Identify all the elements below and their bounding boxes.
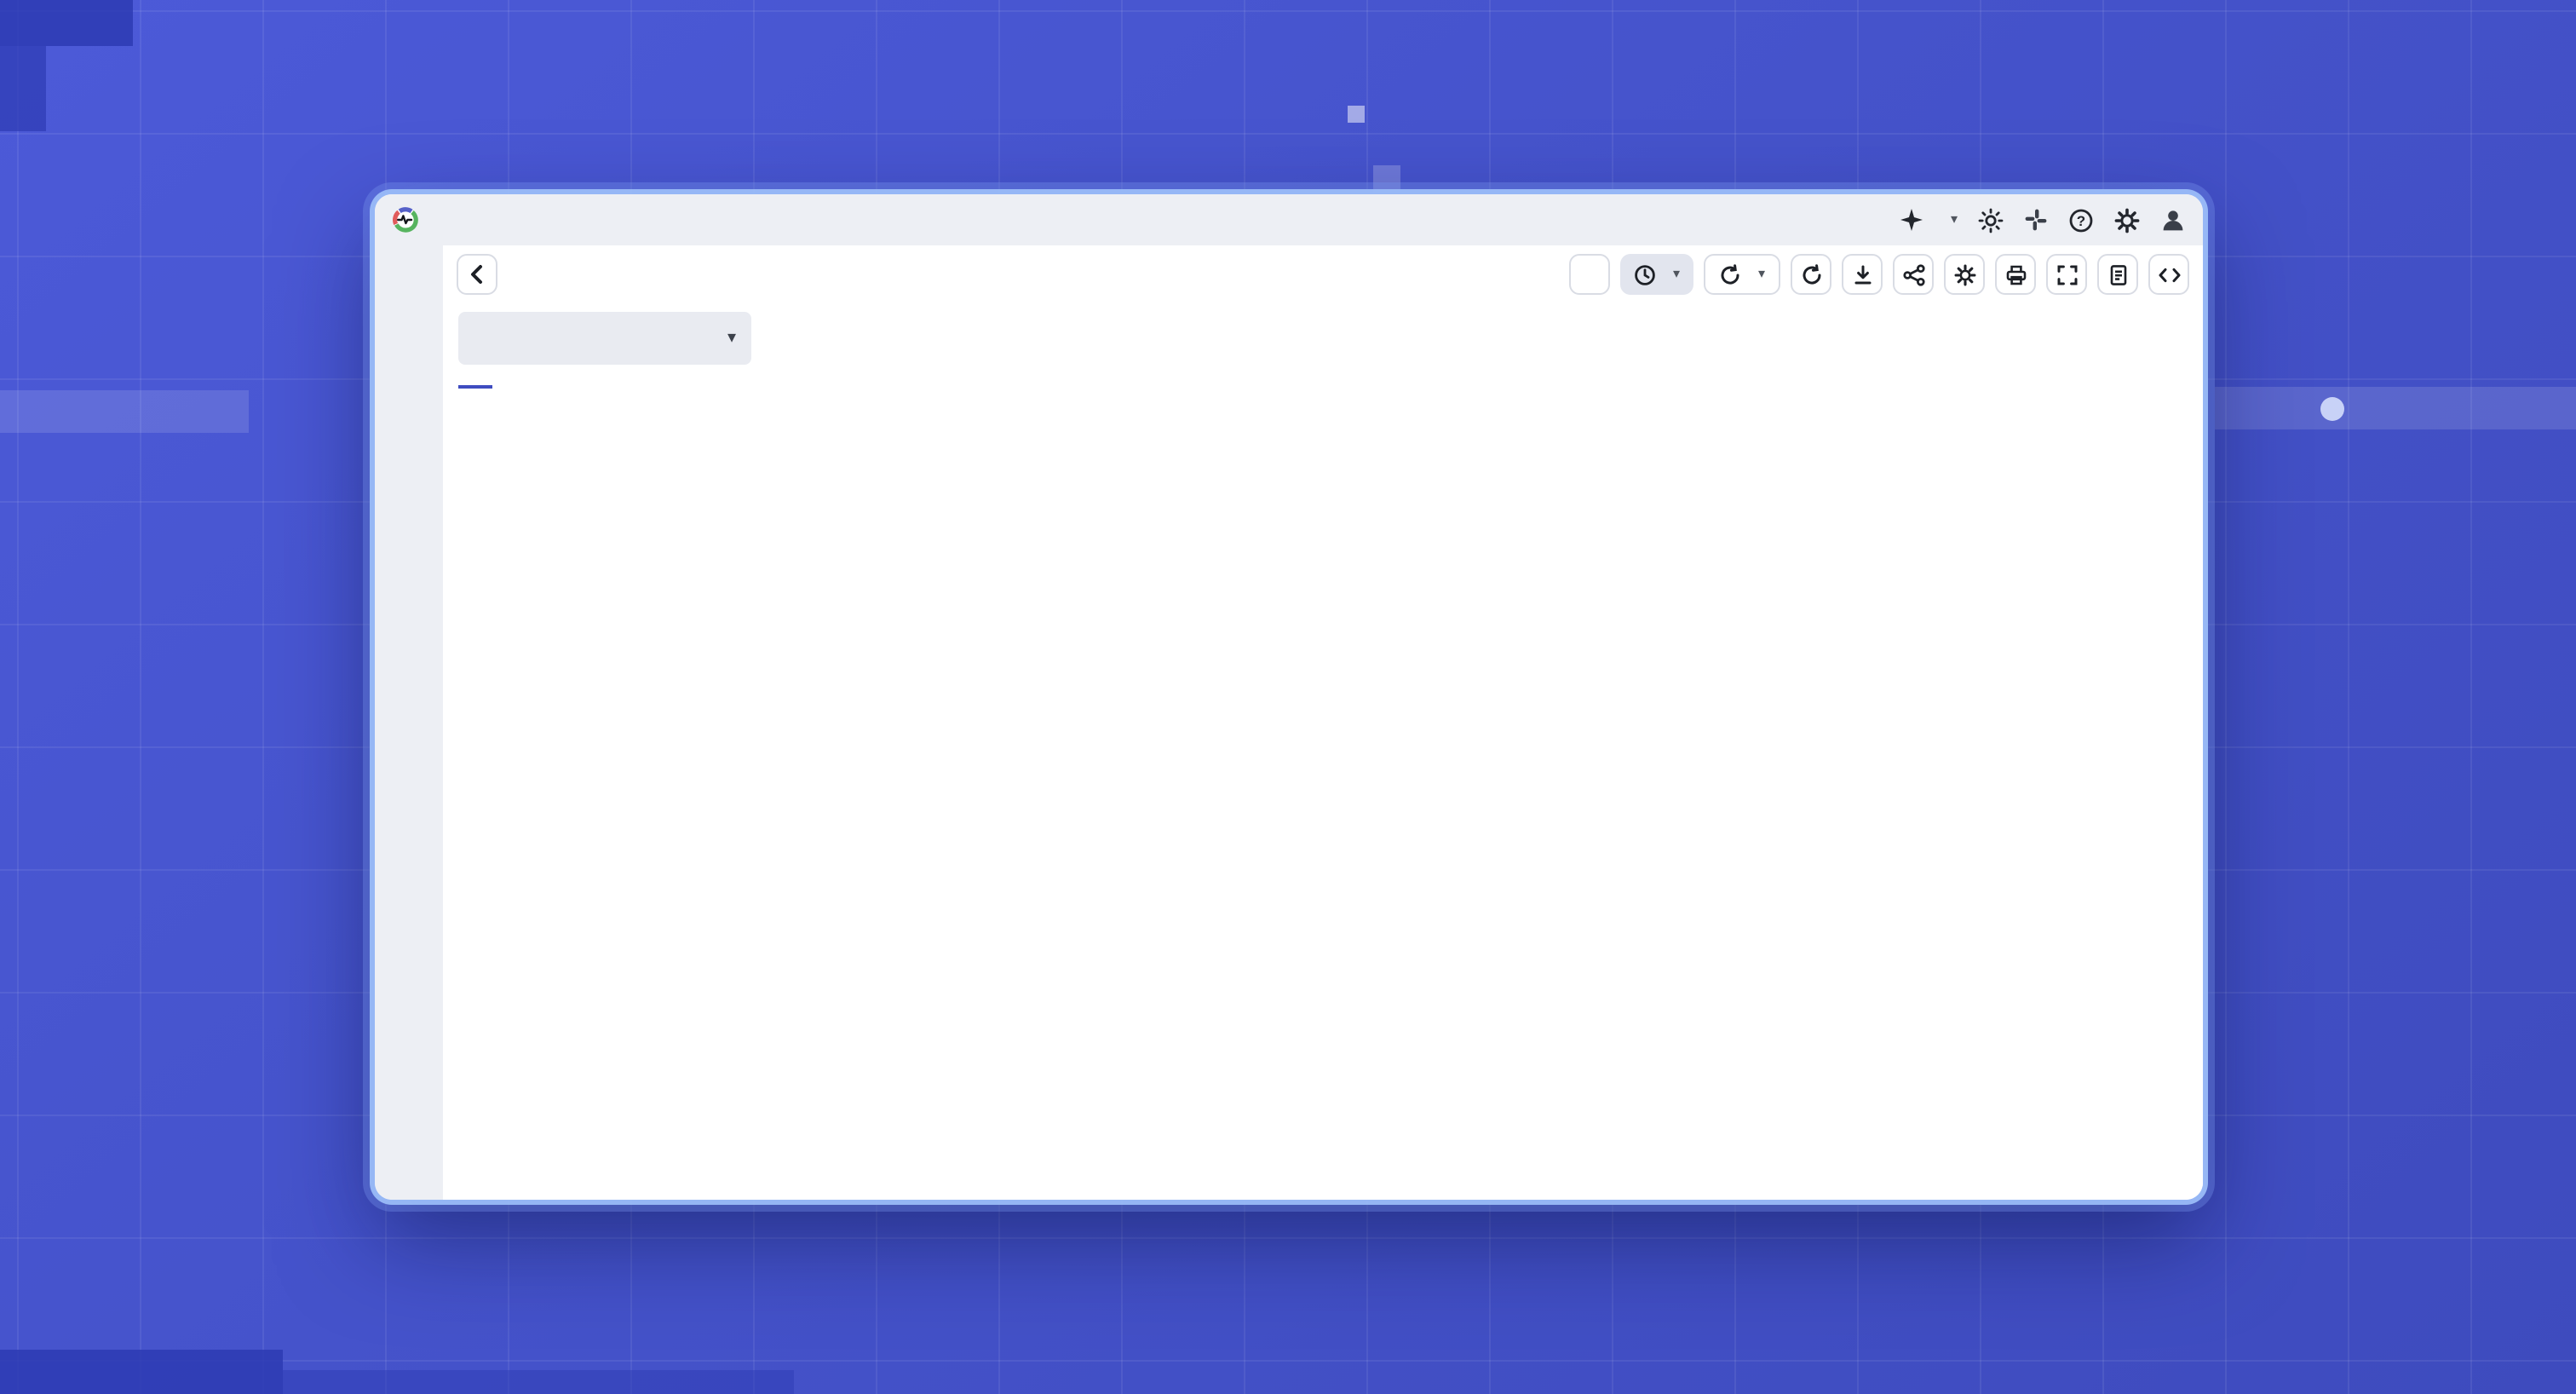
share-button[interactable] (1893, 254, 1934, 295)
bg-square-2 (1373, 165, 1400, 193)
bg-rect-top-left (0, 0, 133, 46)
bg-square-1 (1348, 106, 1365, 123)
user-avatar-icon[interactable] (2160, 207, 2186, 233)
app-top-bar: ▾ ? (375, 194, 2203, 245)
cluster-select[interactable]: ▾ (458, 312, 751, 365)
bg-band-left (0, 390, 249, 433)
code-view-button[interactable] (2148, 254, 2189, 295)
fullscreen-button[interactable] (2046, 254, 2087, 295)
bg-rect-bottom-left-2 (283, 1370, 794, 1394)
slack-icon[interactable] (2024, 208, 2048, 232)
ai-sparkle-icon[interactable] (1900, 208, 1923, 232)
add-panel-button[interactable] (1569, 254, 1610, 295)
page-background: ▾ ? (0, 0, 2576, 1394)
auto-refresh-selector[interactable]: ▾ (1704, 254, 1780, 295)
json-view-button[interactable] (2097, 254, 2138, 295)
refresh-button[interactable] (1791, 254, 1831, 295)
export-download-button[interactable] (1842, 254, 1883, 295)
back-button[interactable] (457, 254, 497, 295)
tab-default[interactable] (458, 375, 492, 389)
chevron-down-icon: ▾ (727, 331, 736, 348)
brand[interactable] (392, 206, 428, 233)
openobserve-logo-icon (392, 206, 419, 233)
print-button[interactable] (1995, 254, 2036, 295)
app-window: ▾ ? (375, 194, 2203, 1200)
workspace-selector[interactable]: ▾ (1944, 213, 1958, 227)
chevron-down-icon: ▾ (1758, 268, 1765, 281)
bg-band-right (2215, 387, 2576, 429)
help-icon[interactable]: ? (2068, 207, 2094, 233)
clock-icon (1634, 263, 1656, 285)
sidebar-nav (375, 245, 443, 1200)
chevron-down-icon: ▾ (1951, 213, 1958, 227)
bg-rect-top-left-2 (0, 46, 46, 131)
refresh-interval-icon (1719, 263, 1741, 285)
chevron-down-icon: ▾ (1673, 268, 1680, 281)
dashboard-settings-button[interactable] (1944, 254, 1985, 295)
settings-gear-icon[interactable] (2114, 207, 2140, 233)
time-range-selector[interactable]: ▾ (1620, 254, 1693, 295)
filter-row: ▾ (443, 300, 2203, 365)
dashboard-area (443, 389, 2203, 1200)
bg-dot (2320, 397, 2344, 421)
theme-toggle-icon[interactable] (1978, 207, 2004, 233)
svg-text:?: ? (2077, 212, 2085, 228)
bg-rect-bottom-left (0, 1350, 283, 1394)
dashboard-tabs (443, 375, 2203, 389)
dashboard-toolbar: ▾ ▾ (443, 245, 2203, 300)
